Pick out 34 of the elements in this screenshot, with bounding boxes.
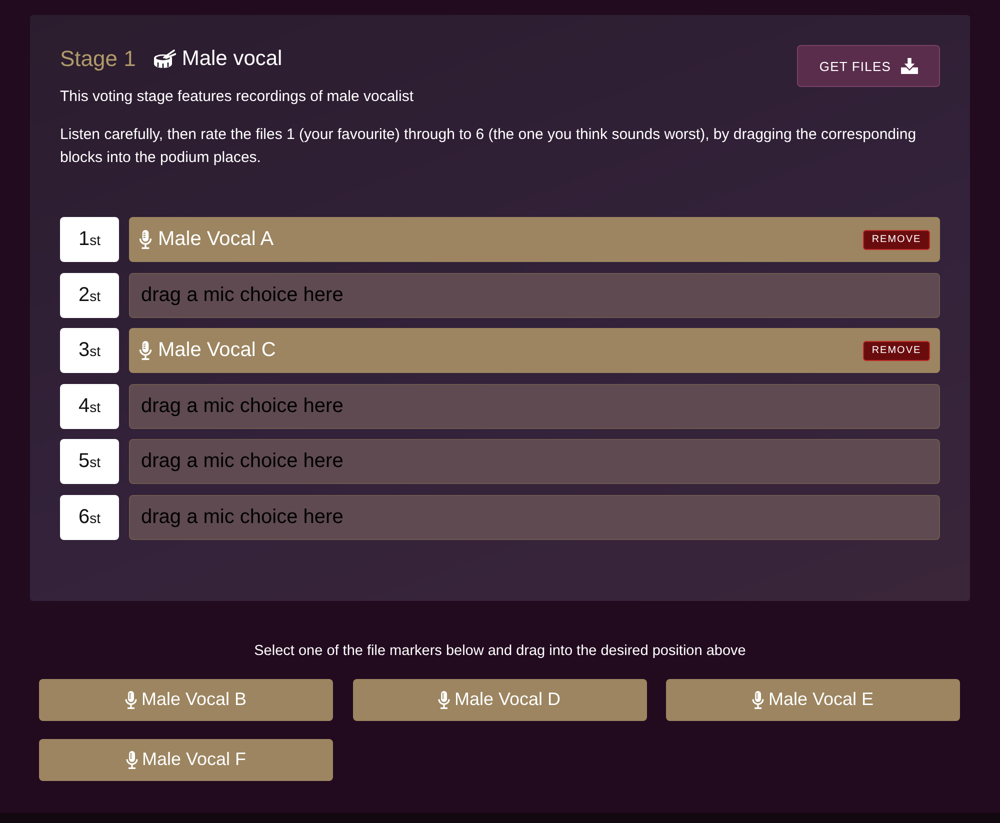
stage-title: Male vocal (182, 47, 282, 71)
remove-button[interactable]: REMOVE (863, 230, 930, 250)
drop-slot: drag a mic choice here (129, 272, 940, 318)
rank-label: 4st (60, 384, 119, 429)
rank-label: 2st (60, 272, 119, 318)
choices-prompt-text: Select one of the file markers below and drag into the desired position above (253, 642, 747, 661)
choice-button[interactable]: Male Vocal F (39, 738, 333, 781)
placed-choice-block[interactable]: Male Vocal A REMOVE (129, 217, 940, 262)
choice-label: Male Vocal C (158, 339, 277, 362)
drop-slot: drag a mic choice here (129, 439, 940, 484)
microphone-icon (126, 750, 138, 769)
download-icon (901, 58, 918, 74)
description-text: This voting stage features recordings of male vocalist (60, 87, 415, 107)
get-files-button[interactable]: GET FILES (797, 45, 940, 87)
remove-button[interactable]: REMOVE (863, 340, 930, 361)
placed-choice-block[interactable]: Male Vocal C REMOVE (129, 328, 940, 374)
rank-label: 5st (60, 439, 119, 484)
instructions-text: Listen carefully, then rate the files 1 (your favourite) through to 6 (the one you think sounds worst), by dragging the corresponding blocks into the podium places. (60, 125, 918, 168)
rank-label: 6st (60, 494, 119, 540)
choice-button[interactable]: Male Vocal D (352, 678, 646, 721)
stage-label: Stage 1 (60, 46, 136, 72)
drop-slot: drag a mic choice here (129, 384, 940, 429)
choice-button[interactable]: Male Vocal E (666, 678, 960, 721)
drum-icon (152, 49, 176, 69)
microphone-icon (139, 230, 152, 249)
microphone-icon (139, 341, 152, 360)
rank-label: 3st (60, 328, 119, 374)
drop-slot: drag a mic choice here (129, 494, 940, 540)
microphone-icon (438, 690, 450, 709)
choice-label: Male Vocal A (158, 228, 275, 251)
rank-label: 1st (60, 217, 119, 262)
microphone-icon (752, 690, 764, 709)
choice-button[interactable]: Male Vocal B (39, 678, 333, 721)
microphone-icon (125, 690, 138, 709)
